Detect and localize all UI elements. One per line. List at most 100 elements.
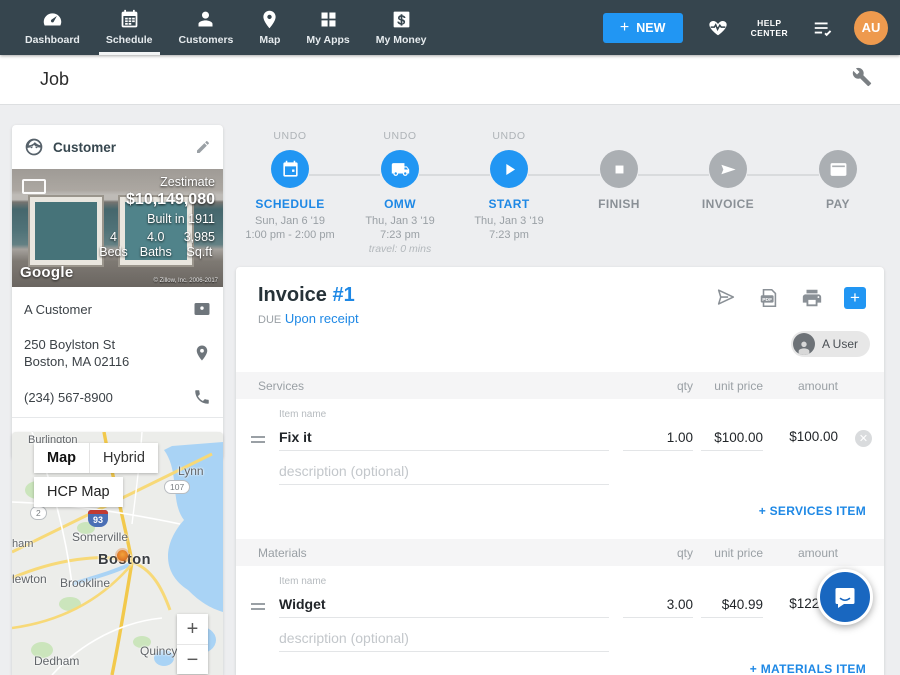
due-terms-link[interactable]: Upon receipt [285, 311, 359, 326]
health-heart-icon[interactable] [707, 17, 729, 39]
photo-flag-icon[interactable] [22, 179, 46, 194]
material-unit-price-input[interactable] [701, 595, 763, 618]
page-title: Job [40, 69, 69, 90]
assignee-chip[interactable]: A User [791, 331, 870, 357]
material-qty-input[interactable] [623, 595, 693, 618]
material-description-input[interactable] [279, 628, 609, 652]
material-row-drag-handle[interactable] [251, 600, 265, 613]
plus-glyph: + [620, 20, 629, 36]
assignee-name: A User [822, 337, 858, 351]
customer-face-icon [24, 137, 44, 157]
phone-icon [193, 388, 211, 406]
calendar-icon [281, 160, 300, 179]
job-settings-wrench-icon[interactable] [852, 67, 872, 92]
job-progress-stepper: UNDO SCHEDULE Sun, Jan 6 '19 1:00 pm - 2… [236, 130, 884, 265]
add-services-item-link[interactable]: + SERVICES ITEM [759, 504, 866, 518]
invoice-title-text: Invoice [258, 284, 327, 306]
top-nav: Dashboard Schedule Customers Map My Apps… [0, 0, 900, 55]
nav-schedule-label: Schedule [106, 34, 153, 46]
due-label: DUE [258, 314, 281, 326]
service-item-name-label: Item name [279, 409, 326, 420]
customer-address-row[interactable]: 250 Boylston St Boston, MA 02116 [12, 327, 223, 379]
nav-my-money[interactable]: My Money [363, 0, 440, 55]
map-label-quincy: Quincy [140, 644, 177, 658]
job-location-marker[interactable] [117, 550, 128, 561]
services-unit-price-header: unit price [683, 379, 763, 393]
service-item-name-input[interactable] [279, 427, 609, 451]
step-pay-button[interactable] [819, 150, 857, 188]
user-avatar[interactable]: AU [854, 11, 888, 45]
service-row-drag-handle[interactable] [251, 433, 265, 446]
map-type-map-button[interactable]: Map [34, 443, 89, 473]
map-widget[interactable]: Burlington Lynn 107 2 93 Somerville ham … [12, 432, 223, 675]
customer-name-row[interactable]: A Customer [12, 291, 223, 327]
add-materials-item-link[interactable]: + MATERIALS ITEM [750, 662, 866, 675]
step-omw-button[interactable] [381, 150, 419, 188]
nav-dashboard-label: Dashboard [25, 34, 80, 46]
map-label-somerville: Somerville [72, 530, 128, 544]
baths-value: 4.0 [140, 230, 172, 245]
nav-map-label: Map [259, 34, 280, 46]
schedule-calendar-icon [119, 9, 140, 30]
new-button[interactable]: + NEW [603, 13, 683, 43]
add-invoice-button[interactable]: + [844, 287, 866, 309]
invoice-number[interactable]: #1 [332, 284, 354, 306]
truck-icon [391, 160, 410, 179]
map-type-hybrid-button[interactable]: Hybrid [89, 443, 158, 473]
google-watermark: Google [20, 264, 73, 281]
step-schedule-button[interactable] [271, 150, 309, 188]
step-invoice-button[interactable] [709, 150, 747, 188]
checklist-icon[interactable] [812, 17, 834, 39]
services-section-title: Services [258, 379, 304, 393]
beds-label: Beds [99, 245, 128, 260]
material-item-name-input[interactable] [279, 594, 609, 618]
zoom-in-button[interactable]: + [177, 614, 208, 644]
nav-customers[interactable]: Customers [166, 0, 247, 55]
customer-phone: (234) 567-8900 [24, 389, 193, 406]
new-button-label: NEW [636, 21, 665, 35]
step-start-button[interactable] [490, 150, 528, 188]
materials-section-title: Materials [258, 546, 307, 560]
chat-icon [832, 584, 858, 610]
map-label-brookline: Brookline [60, 576, 110, 590]
nav-dashboard[interactable]: Dashboard [12, 0, 93, 55]
customer-card-title: Customer [53, 140, 195, 155]
i93-shield: 93 [88, 510, 108, 527]
remove-service-item-button[interactable]: ✕ [855, 430, 872, 447]
assignee-avatar-icon [793, 333, 815, 355]
help-center-line1: HELP [751, 18, 788, 28]
chat-bubble-button[interactable] [817, 569, 873, 625]
map-label-lynn: Lynn [178, 464, 204, 478]
send-icon [719, 160, 738, 179]
service-qty-input[interactable] [623, 428, 693, 451]
credit-card-icon [829, 160, 848, 179]
contact-card-icon [193, 300, 211, 318]
print-icon[interactable] [801, 287, 823, 309]
invoice-due: DUE Upon receipt [258, 311, 359, 326]
services-header-bar: Services qty unit price amount [236, 372, 884, 399]
route-2-shield: 2 [30, 506, 47, 520]
service-description-input[interactable] [279, 461, 609, 485]
edit-customer-pencil-icon[interactable] [195, 139, 211, 155]
money-dollar-icon [391, 9, 412, 30]
sqft-stat: 3,985 Sq.ft [184, 230, 215, 260]
hcp-map-button[interactable]: HCP Map [34, 477, 123, 507]
send-invoice-icon[interactable] [715, 287, 737, 309]
step-finish-button[interactable] [600, 150, 638, 188]
pdf-icon[interactable]: PDF [758, 287, 780, 309]
step-start-time: 7:23 pm [444, 228, 574, 242]
built-year: Built in 1911 [99, 212, 215, 226]
materials-amount-header: amount [768, 546, 838, 560]
service-unit-price-input[interactable] [701, 428, 763, 451]
beds-value: 4 [99, 230, 128, 245]
customer-phone-row[interactable]: (234) 567-8900 [12, 379, 223, 415]
nav-my-apps-label: My Apps [306, 34, 349, 46]
help-center-link[interactable]: HELP CENTER [751, 18, 788, 38]
nav-map[interactable]: Map [246, 0, 293, 55]
route-107-shield: 107 [164, 480, 190, 494]
baths-stat: 4.0 Baths [140, 230, 172, 260]
zoom-out-button[interactable]: − [177, 644, 208, 674]
nav-schedule[interactable]: Schedule [93, 0, 166, 55]
map-pin-icon [259, 9, 280, 30]
nav-my-apps[interactable]: My Apps [293, 0, 362, 55]
